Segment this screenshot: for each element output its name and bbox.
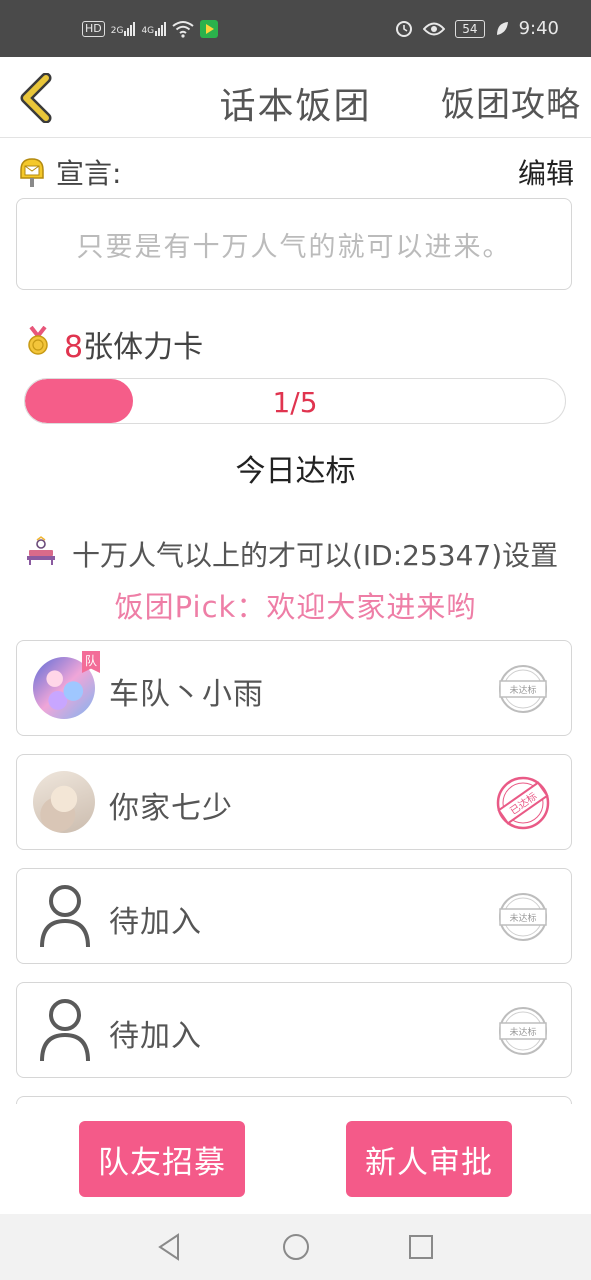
recruit-teammates-button[interactable]: 队友招募 (79, 1121, 245, 1197)
signal-icon: 2G (111, 22, 136, 36)
nav-recents-icon[interactable] (406, 1232, 436, 1262)
person-placeholder-icon (40, 999, 90, 1062)
nav-back-icon[interactable] (154, 1232, 184, 1262)
podium-icon (27, 536, 55, 565)
member-card[interactable]: 队 车队丶小雨 未达标 (16, 640, 572, 736)
requirement-row: 十万人气以上的才可以(ID:25347)设置 (26, 534, 591, 574)
status-bar-left: HD 2G 4G (82, 20, 219, 38)
member-card[interactable]: 待加入 未达标 (16, 868, 572, 964)
progress-label: 1/5 (272, 386, 318, 419)
member-name: 车队丶小雨 (109, 677, 264, 712)
status-bar-right: 54 9:40 (395, 18, 559, 39)
app-header: 话本饭团 饭团攻略 (0, 57, 591, 138)
clock: 9:40 (518, 18, 559, 39)
not-qualified-stamp-icon: 未达标 (499, 665, 547, 713)
daily-status: 今日达标 (235, 454, 356, 489)
approve-newcomers-button[interactable]: 新人审批 (346, 1121, 512, 1197)
signal-icon: 4G (141, 22, 167, 36)
stamp-text: 未达标 (509, 1026, 536, 1038)
person-placeholder-icon (40, 885, 90, 948)
member-card[interactable]: 待加入 未达标 (16, 982, 572, 1078)
stamina-progress-bar: 1/5 (24, 378, 566, 424)
member-name: 你家七少 (109, 791, 233, 826)
leaf-icon (496, 21, 508, 35)
declaration-text: 只要是有十万人气的就可以进来。 (76, 232, 512, 263)
stamp-text: 未达标 (509, 912, 536, 924)
member-name: 待加入 (109, 905, 202, 940)
guide-link[interactable]: 饭团攻略 (441, 77, 581, 126)
declaration-header: 宣言: 编辑 (18, 152, 574, 192)
hd-indicator: HD (82, 21, 105, 37)
stamina-unit: 张体力卡 (83, 330, 204, 365)
alarm-icon (396, 20, 413, 37)
not-qualified-stamp-icon: 未达标 (499, 893, 547, 941)
pick-announcement: 饭团Pick：欢迎大家进来哟 (114, 590, 477, 624)
nav-home-icon[interactable] (281, 1232, 311, 1262)
member-name: 待加入 (109, 1019, 202, 1054)
page-title-text: 话本饭团 (219, 86, 372, 127)
system-nav-bar (0, 1214, 591, 1280)
app-notification-icon (200, 20, 219, 38)
eye-comfort-icon (423, 22, 446, 35)
medal-icon (28, 326, 48, 355)
stamp-text: 未达标 (509, 684, 536, 696)
edit-declaration-button[interactable]: 编辑 (518, 152, 574, 192)
wifi-icon (172, 21, 194, 38)
member-avatar (33, 771, 95, 833)
mailbox-icon (20, 158, 44, 187)
requirement-text: 十万人气以上的才可以(ID:25347)设置 (72, 539, 559, 572)
qualified-stamp-icon: 已达标 (496, 776, 550, 830)
battery-icon: 54 (455, 19, 485, 38)
stamina-text: 8张体力卡 (64, 322, 203, 366)
stamina-count: 8 (64, 330, 84, 365)
not-qualified-stamp-icon: 未达标 (499, 1007, 547, 1055)
member-card[interactable]: 你家七少 已达标 (16, 754, 572, 850)
declaration-box: 只要是有十万人气的就可以进来。 (16, 198, 572, 290)
captain-tag: 队 (82, 651, 100, 673)
declaration-label: 宣言: (56, 157, 122, 190)
status-bar: HD 2G 4G 54 9:40 (0, 0, 591, 57)
